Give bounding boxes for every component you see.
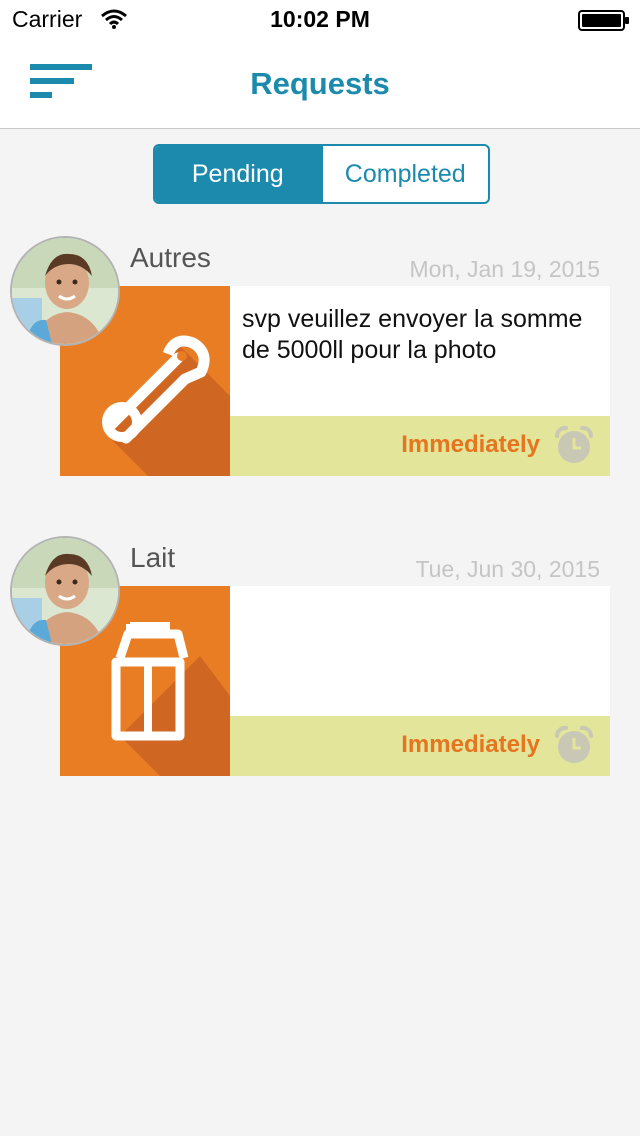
navigation-bar: Requests (0, 40, 640, 129)
request-category: Autres (130, 242, 211, 273)
status-time: 10:02 PM (270, 6, 370, 32)
request-card[interactable]: Lait Tue, Jun 30, 2015 Immediately (0, 536, 640, 786)
tab-completed[interactable]: Completed (323, 146, 489, 202)
tab-pending[interactable]: Pending (155, 146, 323, 202)
urgency-label: Immediately (401, 731, 540, 758)
request-message: svp veuillez envoyer la somme de 5000ll … (242, 305, 583, 364)
request-message-box (230, 586, 610, 716)
request-date: Mon, Jan 19, 2015 (409, 256, 600, 282)
avatar (10, 536, 120, 646)
urgency-label: Immediately (401, 431, 540, 458)
request-card[interactable]: Autres Mon, Jan 19, 2015 svp veuillez en… (0, 236, 640, 486)
child-photo (12, 538, 118, 644)
urgency-bar: Immediately (230, 416, 610, 476)
page-title: Requests (250, 66, 390, 101)
alarm-clock-icon (554, 725, 594, 763)
urgency-bar: Immediately (230, 716, 610, 776)
request-message-box: svp veuillez envoyer la somme de 5000ll … (230, 286, 610, 416)
battery-icon (578, 10, 629, 31)
status-bar: Carrier 10:02 PM (0, 0, 640, 40)
status-segmented-control: Pending Completed (153, 144, 490, 204)
request-category: Lait (130, 542, 176, 573)
child-photo (12, 238, 118, 344)
avatar (10, 236, 120, 346)
request-date: Tue, Jun 30, 2015 (415, 556, 600, 582)
alarm-clock-icon (554, 425, 594, 463)
